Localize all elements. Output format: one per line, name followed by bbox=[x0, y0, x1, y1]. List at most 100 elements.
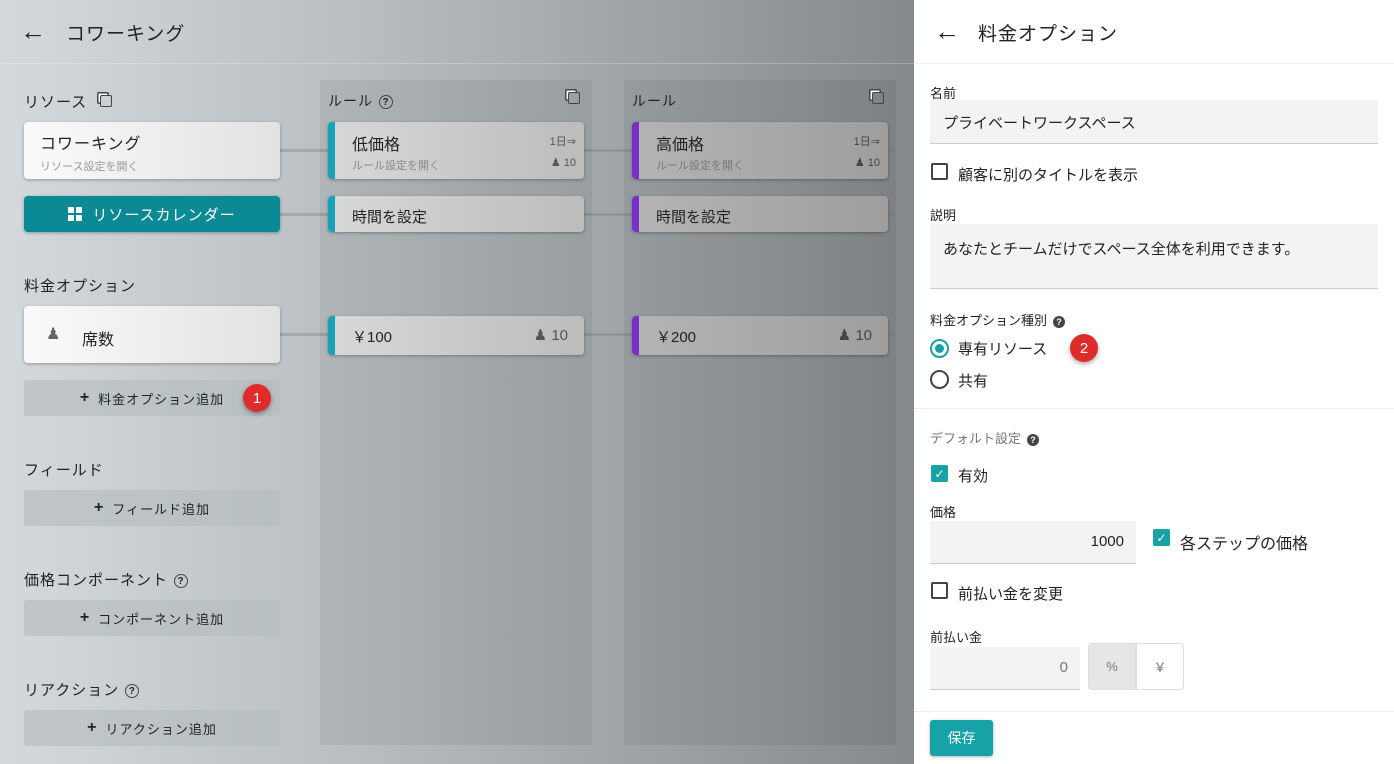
type-label-text: 料金オプション種別 bbox=[930, 313, 1048, 328]
rule-price-card[interactable]: ￥100 ♟ 10 bbox=[328, 316, 584, 355]
rule-time-label: 時間を設定 bbox=[656, 209, 732, 226]
price-label: 価格 bbox=[930, 505, 957, 520]
rule-period: 1日⇒ bbox=[549, 136, 576, 148]
save-button[interactable]: 保存 bbox=[930, 720, 993, 756]
rule-price: ￥100 bbox=[352, 329, 393, 346]
pricing-option-panel: ← 料金オプション 名前 プライベートワークスペース 顧客に別のタイトルを表示 … bbox=[914, 0, 1394, 764]
per-step-label: 各ステップの価格 bbox=[1180, 536, 1309, 553]
rule-header-label: ルール bbox=[328, 93, 373, 109]
help-icon[interactable]: ? bbox=[1027, 433, 1040, 446]
add-field-label: フィールド追加 bbox=[112, 501, 211, 517]
rule-color-stripe bbox=[632, 196, 639, 232]
rule-card[interactable]: 高価格 1日⇒ ルール設定を開く ♟ 10 bbox=[632, 122, 888, 179]
rule-color-stripe bbox=[328, 316, 335, 355]
rule-price-card[interactable]: ￥200 ♟ 10 bbox=[632, 316, 888, 355]
divider bbox=[914, 408, 1394, 409]
rule-column: ルール? 低価格 1日⇒ ルール設定を開く ♟ 10 時間を設定 ￥100 ♟ … bbox=[320, 80, 592, 745]
person-icon: ♟ bbox=[46, 326, 61, 343]
rule-column-header: ルール? bbox=[328, 91, 393, 111]
rule-time-card[interactable]: 時間を設定 bbox=[328, 196, 584, 232]
rule-period: 1日⇒ bbox=[853, 136, 880, 148]
rule-color-stripe bbox=[328, 122, 335, 179]
add-field-button[interactable]: + フィールド追加 bbox=[24, 490, 280, 526]
copy-icon[interactable] bbox=[568, 92, 580, 104]
help-icon[interactable]: ? bbox=[174, 574, 189, 589]
divider bbox=[914, 711, 1394, 712]
plus-icon: + bbox=[93, 499, 105, 516]
plus-icon: + bbox=[79, 609, 91, 626]
add-reaction-label: リアクション追加 bbox=[105, 721, 217, 737]
rule-price: ￥200 bbox=[656, 329, 697, 346]
panel-title: 料金オプション bbox=[978, 24, 1119, 45]
components-section-title: 価格コンポーネント? bbox=[24, 569, 189, 590]
add-component-button[interactable]: + コンポーネント追加 bbox=[24, 600, 280, 636]
unit-yen-button[interactable]: ￥ bbox=[1136, 643, 1184, 690]
header-divider bbox=[0, 63, 914, 64]
person-icon: ♟ bbox=[533, 327, 548, 344]
rule-sub: ルール設定を開く bbox=[656, 160, 744, 172]
description-label: 説明 bbox=[930, 208, 957, 223]
divider bbox=[914, 63, 1394, 64]
plus-icon: + bbox=[87, 719, 98, 736]
rule-color-stripe bbox=[328, 196, 335, 232]
radio-exclusive-label: 専有リソース bbox=[958, 341, 1048, 358]
help-icon[interactable]: ? bbox=[125, 684, 140, 699]
enabled-checkbox[interactable]: ✓ bbox=[931, 465, 948, 482]
back-arrow-icon[interactable]: ← bbox=[934, 18, 960, 44]
plus-icon: + bbox=[79, 389, 91, 406]
copy-icon[interactable] bbox=[872, 92, 884, 104]
price-input[interactable]: 1000 bbox=[930, 521, 1136, 564]
rule-time-label: 時間を設定 bbox=[352, 209, 428, 226]
deposit-input[interactable]: 0 bbox=[930, 647, 1080, 690]
help-icon[interactable]: ? bbox=[1053, 315, 1066, 328]
grid-icon bbox=[68, 207, 83, 221]
step-badge-1: 1 bbox=[243, 384, 271, 412]
person-icon: ♟ bbox=[837, 327, 852, 344]
components-label: 価格コンポーネント bbox=[24, 572, 169, 589]
radio-shared-label: 共有 bbox=[958, 373, 989, 390]
deposit-label: 前払い金 bbox=[930, 630, 983, 645]
step-badge-2: 2 bbox=[1070, 334, 1098, 362]
change-deposit-label: 前払い金を変更 bbox=[958, 586, 1064, 603]
add-reaction-button[interactable]: + リアクション追加 bbox=[24, 710, 280, 746]
resource-card-title: コワーキング bbox=[40, 136, 142, 153]
defaults-label-text: デフォルト設定 bbox=[930, 431, 1022, 446]
unit-percent-button[interactable]: % bbox=[1088, 643, 1136, 690]
defaults-label: デフォルト設定? bbox=[930, 428, 1040, 447]
rule-capacity-value: 10 bbox=[867, 157, 880, 169]
reactions-section-title: リアクション? bbox=[24, 679, 140, 700]
resource-card[interactable]: コワーキング リソース設定を開く bbox=[24, 122, 280, 179]
enabled-label: 有効 bbox=[958, 468, 989, 485]
pricing-option-card[interactable]: ♟ 席数 bbox=[24, 306, 280, 363]
pricing-option-name: 席数 bbox=[82, 332, 115, 349]
rule-sub: ルール設定を開く bbox=[352, 160, 440, 172]
rule-color-stripe bbox=[632, 122, 639, 179]
rule-time-card[interactable]: 時間を設定 bbox=[632, 196, 888, 232]
resource-label: リソース bbox=[24, 94, 88, 111]
add-pricing-option-label: 料金オプション追加 bbox=[98, 391, 225, 407]
copy-icon[interactable] bbox=[100, 95, 113, 107]
radio-shared[interactable] bbox=[930, 370, 949, 389]
description-textarea[interactable]: あなたとチームだけでスペース全体を利用できます。 bbox=[930, 224, 1378, 289]
resource-calendar-button[interactable]: リソースカレンダー bbox=[24, 196, 280, 232]
rule-capacity-value: 10 bbox=[563, 157, 576, 169]
per-step-checkbox[interactable]: ✓ bbox=[1153, 529, 1170, 546]
pricing-section-title: 料金オプション bbox=[24, 278, 137, 295]
rule-name: 低価格 bbox=[352, 137, 401, 154]
rule-capacity: ♟ 10 bbox=[551, 156, 576, 169]
person-icon: ♟ bbox=[854, 157, 865, 169]
rule-price-capacity-value: 10 bbox=[551, 327, 568, 344]
add-pricing-option-button[interactable]: + 料金オプション追加 bbox=[24, 380, 280, 416]
rule-price-capacity: ♟ 10 bbox=[838, 326, 872, 344]
back-arrow-icon[interactable]: ← bbox=[20, 18, 46, 44]
name-input[interactable]: プライベートワークスペース bbox=[930, 100, 1378, 144]
help-icon[interactable]: ? bbox=[379, 95, 393, 110]
rule-color-stripe bbox=[632, 316, 639, 355]
radio-exclusive[interactable] bbox=[930, 339, 949, 358]
change-deposit-checkbox[interactable] bbox=[931, 582, 948, 599]
rule-price-capacity: ♟ 10 bbox=[534, 326, 568, 344]
rule-column: ルール 高価格 1日⇒ ルール設定を開く ♟ 10 時間を設定 ￥200 ♟ 1… bbox=[624, 80, 896, 745]
rule-card[interactable]: 低価格 1日⇒ ルール設定を開く ♟ 10 bbox=[328, 122, 584, 179]
alt-title-checkbox[interactable] bbox=[931, 163, 948, 180]
rule-price-capacity-value: 10 bbox=[855, 327, 872, 344]
